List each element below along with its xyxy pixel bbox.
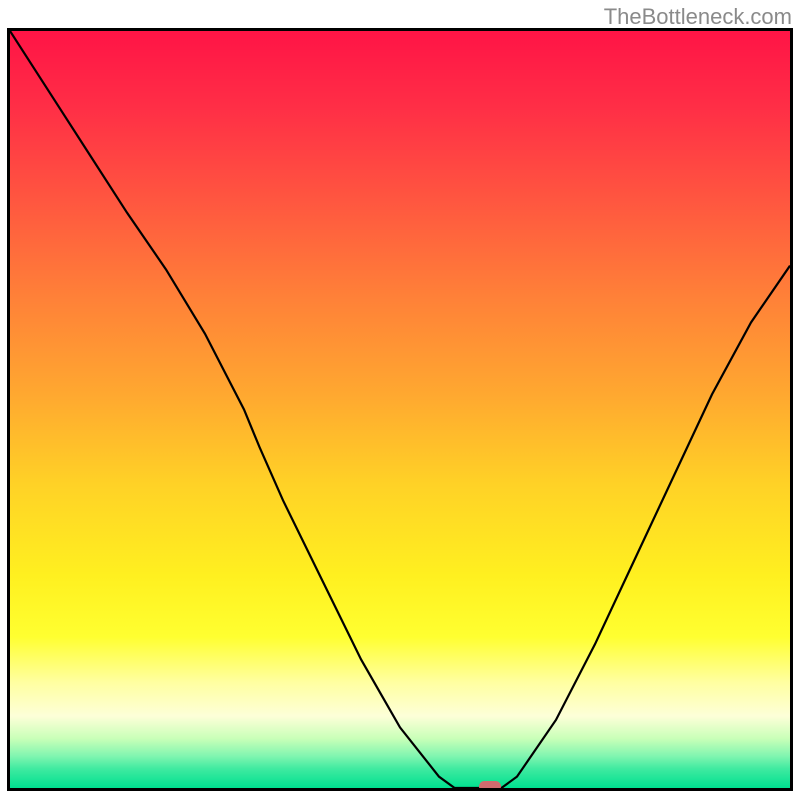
plot-area xyxy=(7,28,793,791)
chart-container: TheBottleneck.com xyxy=(0,0,800,800)
plot-inner xyxy=(10,31,790,788)
curve-line xyxy=(10,31,790,788)
watermark-text: TheBottleneck.com xyxy=(604,4,792,30)
minimum-marker xyxy=(479,781,501,789)
